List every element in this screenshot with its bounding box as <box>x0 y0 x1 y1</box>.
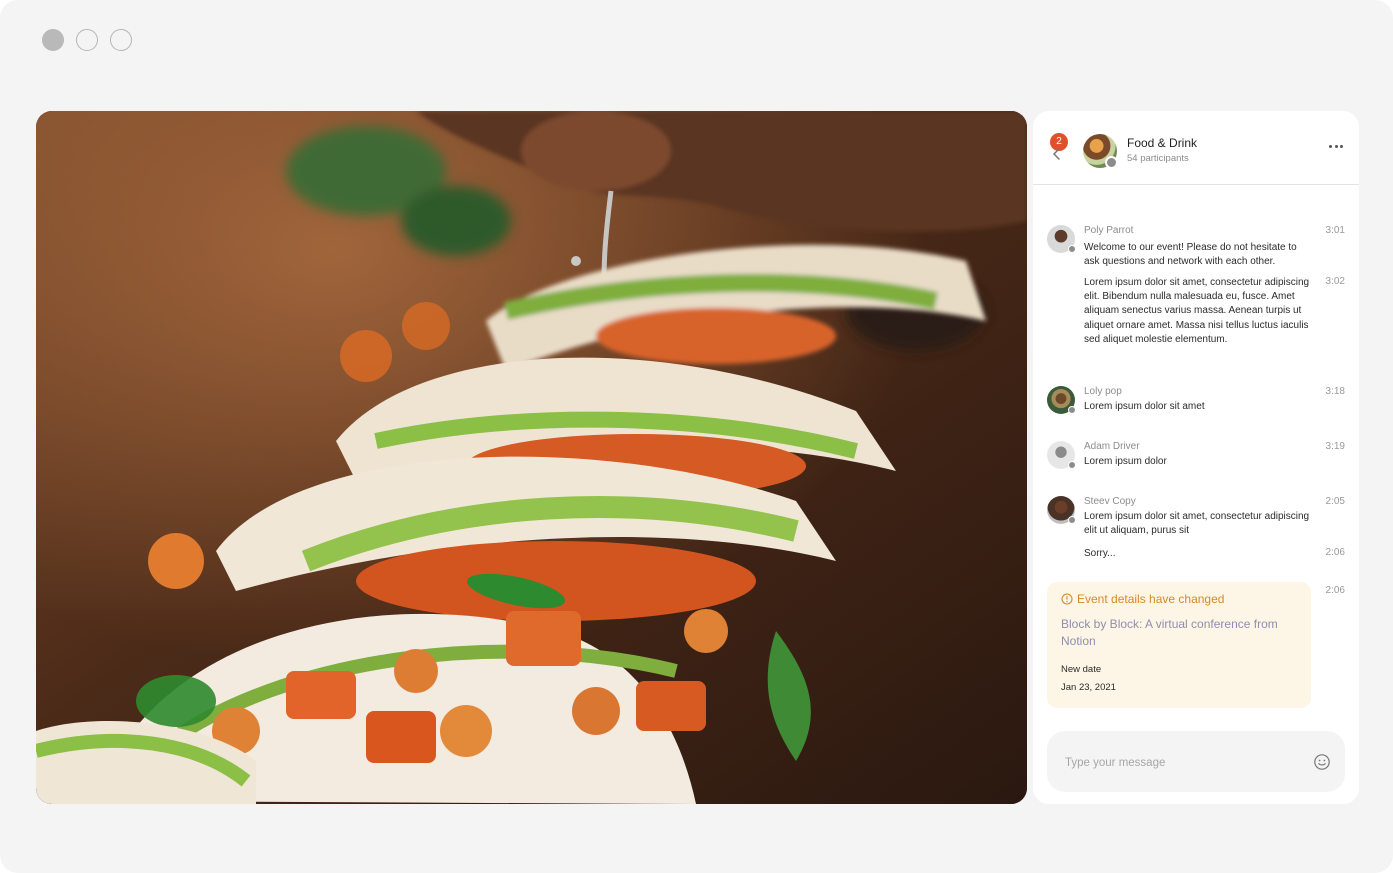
info-icon <box>1061 593 1073 605</box>
status-indicator <box>1068 245 1076 253</box>
sender-name: Steev Copy <box>1084 496 1136 507</box>
message-text: Welcome to our event! Please do not hesi… <box>1084 242 1297 268</box>
sender-name: Poly Parrot <box>1084 225 1134 236</box>
chat-header: 2 Food & Drink 54 participants <box>1033 111 1359 185</box>
message-item: 3:02 Lorem ipsum dolor sit amet, consect… <box>1047 276 1345 356</box>
message-text: Lorem ipsum dolor sit amet, consectetur … <box>1084 277 1310 345</box>
message-time: 2:06 <box>1325 547 1345 558</box>
status-indicator <box>1105 156 1118 169</box>
sender-name: Loly pop <box>1084 386 1122 397</box>
sender-name: Adam Driver <box>1084 441 1140 452</box>
message-composer <box>1047 731 1345 792</box>
emoji-icon[interactable] <box>1313 753 1331 771</box>
event-date: Jan 23, 2021 <box>1061 682 1116 693</box>
tacos-image <box>36 111 1027 804</box>
message-time: 2:06 <box>1325 585 1345 596</box>
app-window: 2 Food & Drink 54 participants Poly Parr… <box>0 0 1393 873</box>
participants-count: 54 participants <box>1127 153 1189 164</box>
message-text: Lorem ipsum dolor sit amet, consectetur … <box>1084 511 1310 537</box>
message-time: 2:05 <box>1325 496 1345 507</box>
event-title[interactable]: Block by Block: A virtual conference fro… <box>1061 616 1281 650</box>
message-text: Sorry... <box>1084 548 1116 559</box>
status-indicator <box>1068 516 1076 524</box>
message-time: 3:01 <box>1325 225 1345 236</box>
message-time: 3:19 <box>1325 441 1345 452</box>
message-item: Adam Driver 3:19 Lorem ipsum dolor <box>1047 441 1345 471</box>
event-card[interactable]: Event details have changed Block by Bloc… <box>1047 582 1311 708</box>
message-item: Steev Copy 2:05 Lorem ipsum dolor sit am… <box>1047 496 1345 540</box>
message-time: 3:18 <box>1325 386 1345 397</box>
avatar[interactable] <box>1047 386 1076 414</box>
event-heading-text: Event details have changed <box>1077 592 1225 606</box>
avatar[interactable] <box>1047 496 1076 524</box>
message-text: Lorem ipsum dolor <box>1084 456 1167 467</box>
status-indicator <box>1068 461 1076 469</box>
group-avatar <box>1083 134 1118 169</box>
event-heading: Event details have changed <box>1061 592 1224 606</box>
avatar[interactable] <box>1047 225 1076 253</box>
close-dot[interactable] <box>42 29 64 51</box>
back-chevron-icon[interactable] <box>1050 147 1064 161</box>
tacos-illustration <box>36 111 1027 804</box>
message-time: 3:02 <box>1325 276 1345 287</box>
avatar[interactable] <box>1047 441 1076 469</box>
message-text: Lorem ipsum dolor sit amet <box>1084 401 1205 412</box>
message-item: Loly pop 3:18 Lorem ipsum dolor sit amet <box>1047 386 1345 416</box>
event-date-label: New date <box>1061 664 1102 675</box>
message-item: 2:06 Sorry... <box>1047 547 1345 563</box>
message-input[interactable] <box>1063 751 1297 775</box>
maximize-dot[interactable] <box>110 29 132 51</box>
chat-panel: 2 Food & Drink 54 participants Poly Parr… <box>1033 111 1359 804</box>
minimize-dot[interactable] <box>76 29 98 51</box>
status-indicator <box>1068 406 1076 414</box>
message-item: Poly Parrot 3:01 Welcome to our event! P… <box>1047 225 1345 267</box>
more-options-icon[interactable] <box>1329 145 1343 148</box>
window-controls <box>42 29 132 51</box>
group-title: Food & Drink <box>1127 136 1198 150</box>
